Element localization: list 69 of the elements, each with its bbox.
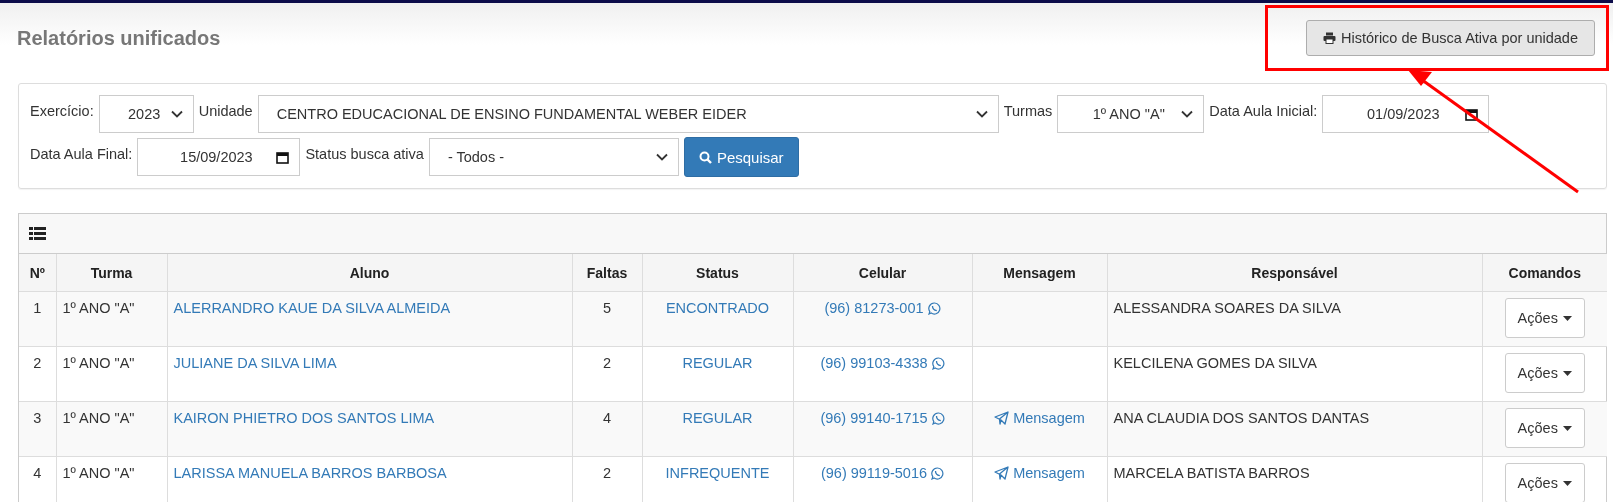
actions-dropdown-button[interactable]: Ações: [1504, 408, 1585, 448]
column-header: Responsável: [1107, 254, 1482, 292]
status-link[interactable]: REGULAR: [682, 355, 753, 371]
date-field[interactable]: 15/09/2023: [137, 138, 301, 176]
print-history-button[interactable]: Histórico de Busca Ativa por unidade: [1306, 20, 1595, 56]
select-field[interactable]: CENTRO EDUCACIONAL DE ENSINO FUNDAMENTAL WEBER EIDER: [257, 95, 999, 133]
page-title: Relatórios unificados: [17, 26, 221, 50]
table-cell: 2: [19, 346, 56, 402]
caret-icon: [1562, 425, 1572, 431]
message-link[interactable]: Mensagem: [994, 410, 1085, 426]
whatsapp-icon: [927, 301, 941, 315]
column-header: Turma: [56, 254, 167, 292]
caret-icon: [1562, 480, 1572, 486]
date-field[interactable]: 01/09/2023: [1322, 95, 1490, 133]
whatsapp-icon: [931, 411, 945, 425]
table-cell: 4: [572, 401, 642, 457]
search-button[interactable]: Pesquisar: [683, 137, 799, 177]
phone-link[interactable]: (96) 99103-4338: [820, 355, 945, 371]
filter-label: Exercício:: [30, 102, 94, 119]
calendar-icon: [1465, 107, 1479, 121]
column-header: Nº: [19, 254, 56, 292]
chevron-down-icon: [1181, 110, 1194, 118]
table-cell: 1º ANO "A": [56, 401, 167, 457]
actions-dropdown-button[interactable]: Ações: [1504, 463, 1585, 502]
phone-link[interactable]: (96) 99140-1715: [820, 410, 945, 426]
actions-dropdown-button[interactable]: Ações: [1504, 298, 1585, 338]
caret-icon: [1562, 315, 1572, 321]
printer-icon: [1323, 32, 1336, 44]
filter-label: Unidade: [198, 102, 253, 119]
column-header: Comandos: [1482, 254, 1607, 292]
paper-plane-icon: [994, 466, 1010, 480]
table-cell: ALESSANDRA SOARES DA SILVA: [1107, 291, 1482, 347]
actions-dropdown-button[interactable]: Ações: [1504, 353, 1585, 393]
select-field[interactable]: 2023: [98, 95, 194, 133]
column-header: Status: [642, 254, 793, 292]
filter-label: Status busca ativa: [305, 145, 424, 162]
table-cell: 2: [572, 346, 642, 402]
chevron-down-icon: [655, 153, 668, 161]
table-cell: 1: [19, 291, 56, 347]
select-field[interactable]: - Todos -: [428, 138, 679, 176]
chevron-down-icon: [170, 110, 183, 118]
filter-label: Data Aula Inicial:: [1209, 102, 1318, 119]
student-link[interactable]: ALERRANDRO KAUE DA SILVA ALMEIDA: [173, 300, 451, 316]
table-cell: 1º ANO "A": [56, 291, 167, 347]
caret-icon: [1562, 370, 1572, 376]
table-cell: KELCILENA GOMES DA SILVA: [1107, 346, 1482, 402]
select-field[interactable]: 1º ANO "A": [1057, 95, 1205, 133]
status-link[interactable]: ENCONTRADO: [665, 300, 770, 316]
phone-link[interactable]: (96) 81273-001: [824, 300, 941, 316]
column-header: Mensagem: [972, 254, 1107, 292]
chevron-down-icon: [975, 110, 988, 118]
list-icon[interactable]: [29, 227, 46, 240]
student-link[interactable]: KAIRON PHIETRO DOS SANTOS LIMA: [173, 410, 435, 426]
calendar-icon: [276, 150, 290, 164]
filter-label: Data Aula Final:: [30, 145, 133, 162]
column-header: Celular: [793, 254, 972, 292]
filter-label: Turmas: [1003, 102, 1053, 119]
table-cell: ANA CLAUDIA DOS SANTOS DANTAS: [1107, 401, 1482, 457]
column-header: Aluno: [167, 254, 572, 292]
student-link[interactable]: JULIANE DA SILVA LIMA: [173, 355, 337, 371]
whatsapp-icon: [931, 356, 945, 370]
whatsapp-icon: [931, 466, 945, 480]
table-cell: 5: [572, 291, 642, 347]
paper-plane-icon: [994, 411, 1010, 425]
table-cell: 1º ANO "A": [56, 346, 167, 402]
status-link[interactable]: REGULAR: [682, 410, 753, 426]
column-header: Faltas: [572, 254, 642, 292]
table-cell: 3: [19, 401, 56, 457]
search-icon: [698, 150, 712, 164]
